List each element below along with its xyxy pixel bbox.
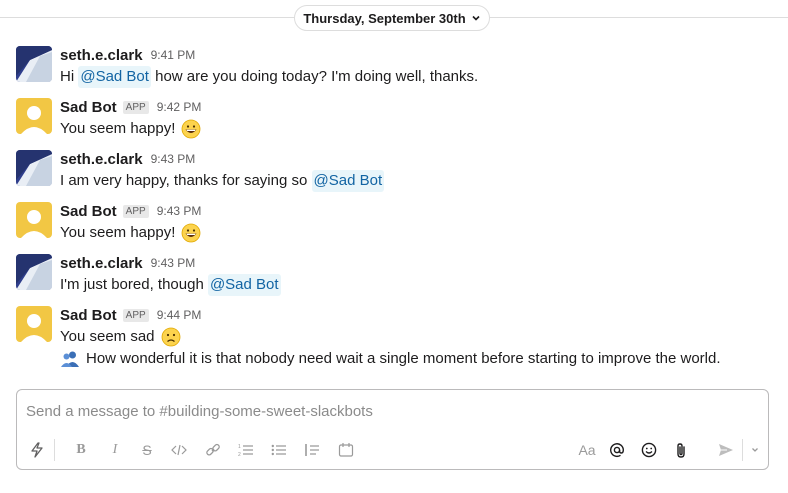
text-segment: I am very happy, thanks for saying so bbox=[60, 172, 312, 189]
app-badge: APP bbox=[122, 204, 149, 218]
text-segment: You seem happy! bbox=[60, 120, 176, 137]
message-author[interactable]: Sad Bot bbox=[60, 307, 117, 324]
slightly-frowning-face-emoji-icon[interactable] bbox=[161, 327, 181, 347]
user-mention[interactable]: @Sad Bot bbox=[311, 170, 385, 192]
message-author[interactable]: seth.e.clark bbox=[60, 47, 143, 64]
message: Sad Bot APP 9:44 PM You seem sad How won… bbox=[0, 304, 788, 370]
italic-icon[interactable]: I bbox=[106, 441, 124, 459]
message-text: You seem sad bbox=[60, 326, 788, 348]
message-input[interactable] bbox=[26, 400, 746, 422]
message-list: seth.e.clark 9:41 PM Hi @Sad Bot how are… bbox=[0, 44, 788, 370]
text-segment: I'm just bored, though bbox=[60, 276, 208, 293]
message-timestamp[interactable]: 9:43 PM bbox=[157, 204, 202, 218]
avatar-sad-bot[interactable] bbox=[16, 202, 52, 238]
strikethrough-icon[interactable]: S bbox=[138, 441, 156, 459]
message-author[interactable]: seth.e.clark bbox=[60, 255, 143, 272]
toolbar-divider bbox=[742, 439, 743, 461]
date-divider: Thursday, September 30th bbox=[0, 0, 788, 36]
avatar-seth[interactable] bbox=[16, 254, 52, 290]
message-text: You seem happy! bbox=[60, 118, 788, 140]
text-segment: how are you doing today? I'm doing well,… bbox=[150, 68, 479, 85]
attachment-icon[interactable] bbox=[672, 441, 690, 459]
grinning-face-emoji-icon[interactable] bbox=[181, 119, 201, 139]
toolbar-divider bbox=[54, 439, 55, 461]
format-label: Aa bbox=[578, 442, 596, 458]
user-mention[interactable]: @Sad Bot bbox=[78, 66, 151, 88]
quote-text: How wonderful it is that nobody need wai… bbox=[86, 350, 721, 367]
text-segment: You seem sad bbox=[60, 328, 155, 345]
grinning-face-emoji-icon[interactable] bbox=[181, 223, 201, 243]
mention-icon[interactable] bbox=[608, 441, 626, 459]
users-icon bbox=[61, 351, 79, 367]
code-icon[interactable] bbox=[170, 441, 188, 459]
app-badge: APP bbox=[122, 308, 149, 322]
lightning-icon[interactable] bbox=[28, 441, 46, 459]
bulleted-list-icon[interactable] bbox=[270, 441, 288, 459]
message: Sad Bot APP 9:43 PM You seem happy! bbox=[0, 200, 788, 252]
date-label: Thursday, September 30th bbox=[303, 10, 466, 26]
format-icon[interactable]: Aa bbox=[575, 441, 599, 459]
chevron-down-icon bbox=[472, 15, 480, 21]
message-author[interactable]: seth.e.clark bbox=[60, 151, 143, 168]
bold-icon[interactable]: B bbox=[72, 441, 90, 459]
message-author[interactable]: Sad Bot bbox=[60, 99, 117, 116]
inspirational-quote: How wonderful it is that nobody need wai… bbox=[60, 348, 788, 370]
date-jump-button[interactable]: Thursday, September 30th bbox=[294, 5, 490, 31]
svg-text:1: 1 bbox=[238, 444, 241, 450]
message-timestamp[interactable]: 9:43 PM bbox=[151, 256, 196, 270]
message-timestamp[interactable]: 9:44 PM bbox=[157, 308, 202, 322]
text-segment: Hi bbox=[60, 68, 79, 85]
message-text: You seem happy! bbox=[60, 222, 788, 244]
text-segment: You seem happy! bbox=[60, 224, 176, 241]
message-author[interactable]: Sad Bot bbox=[60, 203, 117, 220]
message: seth.e.clark 9:43 PM I'm just bored, tho… bbox=[0, 252, 788, 304]
code-block-icon[interactable] bbox=[337, 441, 355, 459]
message: seth.e.clark 9:41 PM Hi @Sad Bot how are… bbox=[0, 44, 788, 96]
emoji-icon[interactable] bbox=[640, 441, 658, 459]
message: seth.e.clark 9:43 PM I am very happy, th… bbox=[0, 148, 788, 200]
avatar-sad-bot[interactable] bbox=[16, 306, 52, 342]
send-options-chevron-icon[interactable] bbox=[746, 441, 764, 459]
message-text: I'm just bored, though @Sad Bot bbox=[60, 274, 788, 296]
ordered-list-icon[interactable]: 12 bbox=[237, 441, 255, 459]
avatar-sad-bot[interactable] bbox=[16, 98, 52, 134]
svg-text:2: 2 bbox=[238, 452, 241, 457]
message-timestamp[interactable]: 9:43 PM bbox=[151, 152, 196, 166]
message: Sad Bot APP 9:42 PM You seem happy! bbox=[0, 96, 788, 148]
avatar-seth[interactable] bbox=[16, 46, 52, 82]
avatar-seth[interactable] bbox=[16, 150, 52, 186]
link-icon[interactable] bbox=[204, 441, 222, 459]
blockquote-icon[interactable] bbox=[303, 441, 321, 459]
composer-toolbar: B I S 12 Aa bbox=[17, 431, 768, 469]
message-timestamp[interactable]: 9:42 PM bbox=[157, 100, 202, 114]
message-text: I am very happy, thanks for saying so @S… bbox=[60, 170, 788, 192]
user-mention[interactable]: @Sad Bot bbox=[207, 274, 281, 296]
message-timestamp[interactable]: 9:41 PM bbox=[151, 48, 196, 62]
message-composer: B I S 12 Aa bbox=[16, 389, 769, 470]
app-badge: APP bbox=[122, 100, 149, 114]
send-icon[interactable] bbox=[717, 441, 735, 459]
message-text: Hi @Sad Bot how are you doing today? I'm… bbox=[60, 66, 788, 88]
